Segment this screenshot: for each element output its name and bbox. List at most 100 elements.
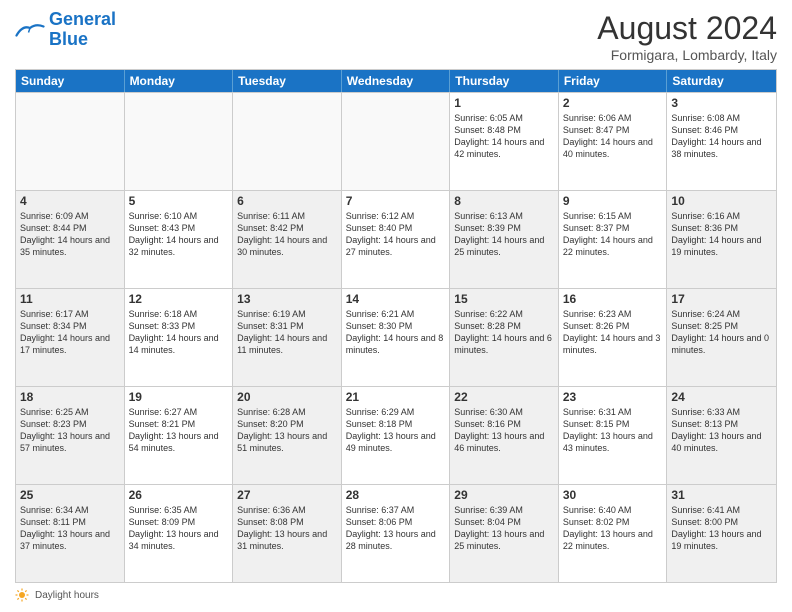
cell-info: Sunrise: 6:19 AM Sunset: 8:31 PM Dayligh… [237, 308, 337, 357]
day-number: 24 [671, 390, 772, 404]
cell-info: Sunrise: 6:24 AM Sunset: 8:25 PM Dayligh… [671, 308, 772, 357]
cal-cell: 19 Sunrise: 6:27 AM Sunset: 8:21 PM Dayli… [125, 387, 234, 484]
footer-label: Daylight hours [35, 590, 99, 601]
cal-cell: 20 Sunrise: 6:28 AM Sunset: 8:20 PM Dayli… [233, 387, 342, 484]
cal-cell: 8Sunrise: 6:13 AM Sunset: 8:39 PM Daylig… [450, 191, 559, 288]
calendar-row-5: 25 Sunrise: 6:34 AM Sunset: 8:11 PM Dayli… [16, 484, 776, 582]
cell-info: Sunrise: 6:11 AM Sunset: 8:42 PM Dayligh… [237, 210, 337, 259]
header-day-thursday: Thursday [450, 70, 559, 92]
day-number: 20 [237, 390, 337, 404]
day-number: 15 [454, 292, 554, 306]
logo-icon [15, 22, 45, 40]
cal-cell: 15 Sunrise: 6:22 AM Sunset: 8:28 PM Dayli… [450, 289, 559, 386]
cal-cell: 2 Sunrise: 6:06 AM Sunset: 8:47 PM Daylig… [559, 93, 668, 190]
day-number: 10 [671, 194, 772, 208]
cell-info: Sunrise: 6:18 AM Sunset: 8:33 PM Dayligh… [129, 308, 229, 357]
cell-info: Sunrise: 6:15 AM Sunset: 8:37 PM Dayligh… [563, 210, 663, 259]
day-number: 16 [563, 292, 663, 306]
cal-cell: 13 Sunrise: 6:19 AM Sunset: 8:31 PM Dayli… [233, 289, 342, 386]
day-number: 14 [346, 292, 446, 306]
cal-cell: 14 Sunrise: 6:21 AM Sunset: 8:30 PM Dayli… [342, 289, 451, 386]
cal-cell: 24 Sunrise: 6:33 AM Sunset: 8:13 PM Dayli… [667, 387, 776, 484]
cal-cell: 27Sunrise: 6:36 AM Sunset: 8:08 PM Dayli… [233, 485, 342, 582]
calendar-body: 1 Sunrise: 6:05 AM Sunset: 8:48 PM Daylig… [16, 92, 776, 582]
cal-cell: 18 Sunrise: 6:25 AM Sunset: 8:23 PM Dayli… [16, 387, 125, 484]
header: General Blue August 2024 Formigara, Lomb… [15, 10, 777, 63]
cal-cell [233, 93, 342, 190]
cell-info: Sunrise: 6:35 AM Sunset: 8:09 PM Dayligh… [129, 504, 229, 553]
day-number: 25 [20, 488, 120, 502]
cell-info: Sunrise: 6:41 AM Sunset: 8:00 PM Dayligh… [671, 504, 772, 553]
day-number: 13 [237, 292, 337, 306]
cal-cell: 31 Sunrise: 6:41 AM Sunset: 8:00 PM Dayli… [667, 485, 776, 582]
cell-info: Sunrise: 6:25 AM Sunset: 8:23 PM Dayligh… [20, 406, 120, 455]
cal-cell [342, 93, 451, 190]
cal-cell: 7Sunrise: 6:12 AM Sunset: 8:40 PM Daylig… [342, 191, 451, 288]
cell-info: Sunrise: 6:23 AM Sunset: 8:26 PM Dayligh… [563, 308, 663, 357]
calendar-header: SundayMondayTuesdayWednesdayThursdayFrid… [16, 70, 776, 92]
cell-info: Sunrise: 6:21 AM Sunset: 8:30 PM Dayligh… [346, 308, 446, 357]
cell-info: Sunrise: 6:06 AM Sunset: 8:47 PM Dayligh… [563, 112, 663, 161]
cal-cell: 30Sunrise: 6:40 AM Sunset: 8:02 PM Dayli… [559, 485, 668, 582]
day-number: 11 [20, 292, 120, 306]
cal-cell: 29Sunrise: 6:39 AM Sunset: 8:04 PM Dayli… [450, 485, 559, 582]
logo-line2: Blue [49, 30, 116, 50]
cell-info: Sunrise: 6:31 AM Sunset: 8:15 PM Dayligh… [563, 406, 663, 455]
cell-info: Sunrise: 6:29 AM Sunset: 8:18 PM Dayligh… [346, 406, 446, 455]
cal-cell: 26Sunrise: 6:35 AM Sunset: 8:09 PM Dayli… [125, 485, 234, 582]
header-day-sunday: Sunday [16, 70, 125, 92]
cal-cell: 23 Sunrise: 6:31 AM Sunset: 8:15 PM Dayli… [559, 387, 668, 484]
day-number: 4 [20, 194, 120, 208]
day-number: 2 [563, 96, 663, 110]
cal-cell: 3Sunrise: 6:08 AM Sunset: 8:46 PM Daylig… [667, 93, 776, 190]
cal-cell: 12 Sunrise: 6:18 AM Sunset: 8:33 PM Dayli… [125, 289, 234, 386]
cell-info: Sunrise: 6:33 AM Sunset: 8:13 PM Dayligh… [671, 406, 772, 455]
calendar-row-4: 18 Sunrise: 6:25 AM Sunset: 8:23 PM Dayli… [16, 386, 776, 484]
cell-info: Sunrise: 6:37 AM Sunset: 8:06 PM Dayligh… [346, 504, 446, 553]
cell-info: Sunrise: 6:09 AM Sunset: 8:44 PM Dayligh… [20, 210, 120, 259]
cal-cell: 10 Sunrise: 6:16 AM Sunset: 8:36 PM Dayli… [667, 191, 776, 288]
header-day-saturday: Saturday [667, 70, 776, 92]
day-number: 12 [129, 292, 229, 306]
cal-cell: 17 Sunrise: 6:24 AM Sunset: 8:25 PM Dayli… [667, 289, 776, 386]
cell-info: Sunrise: 6:34 AM Sunset: 8:11 PM Dayligh… [20, 504, 120, 553]
day-number: 9 [563, 194, 663, 208]
cal-cell: 4 Sunrise: 6:09 AM Sunset: 8:44 PM Daylig… [16, 191, 125, 288]
day-number: 31 [671, 488, 772, 502]
logo: General Blue [15, 10, 116, 50]
cal-cell: 1 Sunrise: 6:05 AM Sunset: 8:48 PM Daylig… [450, 93, 559, 190]
logo-text-block: General Blue [49, 10, 116, 50]
day-number: 19 [129, 390, 229, 404]
cal-cell [16, 93, 125, 190]
cal-cell [125, 93, 234, 190]
day-number: 18 [20, 390, 120, 404]
page: General Blue August 2024 Formigara, Lomb… [0, 0, 792, 612]
day-number: 1 [454, 96, 554, 110]
calendar-row-1: 1 Sunrise: 6:05 AM Sunset: 8:48 PM Daylig… [16, 92, 776, 190]
location: Formigara, Lombardy, Italy [597, 47, 777, 63]
cell-info: Sunrise: 6:16 AM Sunset: 8:36 PM Dayligh… [671, 210, 772, 259]
day-number: 30 [563, 488, 663, 502]
day-number: 28 [346, 488, 446, 502]
header-day-monday: Monday [125, 70, 234, 92]
cell-info: Sunrise: 6:10 AM Sunset: 8:43 PM Dayligh… [129, 210, 229, 259]
header-day-tuesday: Tuesday [233, 70, 342, 92]
day-number: 8 [454, 194, 554, 208]
day-number: 6 [237, 194, 337, 208]
day-number: 7 [346, 194, 446, 208]
cal-cell: 16 Sunrise: 6:23 AM Sunset: 8:26 PM Dayli… [559, 289, 668, 386]
cell-info: Sunrise: 6:39 AM Sunset: 8:04 PM Dayligh… [454, 504, 554, 553]
cell-info: Sunrise: 6:30 AM Sunset: 8:16 PM Dayligh… [454, 406, 554, 455]
cell-info: Sunrise: 6:05 AM Sunset: 8:48 PM Dayligh… [454, 112, 554, 161]
cell-info: Sunrise: 6:28 AM Sunset: 8:20 PM Dayligh… [237, 406, 337, 455]
cell-info: Sunrise: 6:36 AM Sunset: 8:08 PM Dayligh… [237, 504, 337, 553]
cal-cell: 21Sunrise: 6:29 AM Sunset: 8:18 PM Dayli… [342, 387, 451, 484]
cell-info: Sunrise: 6:27 AM Sunset: 8:21 PM Dayligh… [129, 406, 229, 455]
cell-info: Sunrise: 6:08 AM Sunset: 8:46 PM Dayligh… [671, 112, 772, 161]
month-year: August 2024 [597, 10, 777, 47]
cell-info: Sunrise: 6:17 AM Sunset: 8:34 PM Dayligh… [20, 308, 120, 357]
day-number: 23 [563, 390, 663, 404]
footer: Daylight hours [15, 588, 777, 602]
day-number: 17 [671, 292, 772, 306]
cell-info: Sunrise: 6:22 AM Sunset: 8:28 PM Dayligh… [454, 308, 554, 357]
